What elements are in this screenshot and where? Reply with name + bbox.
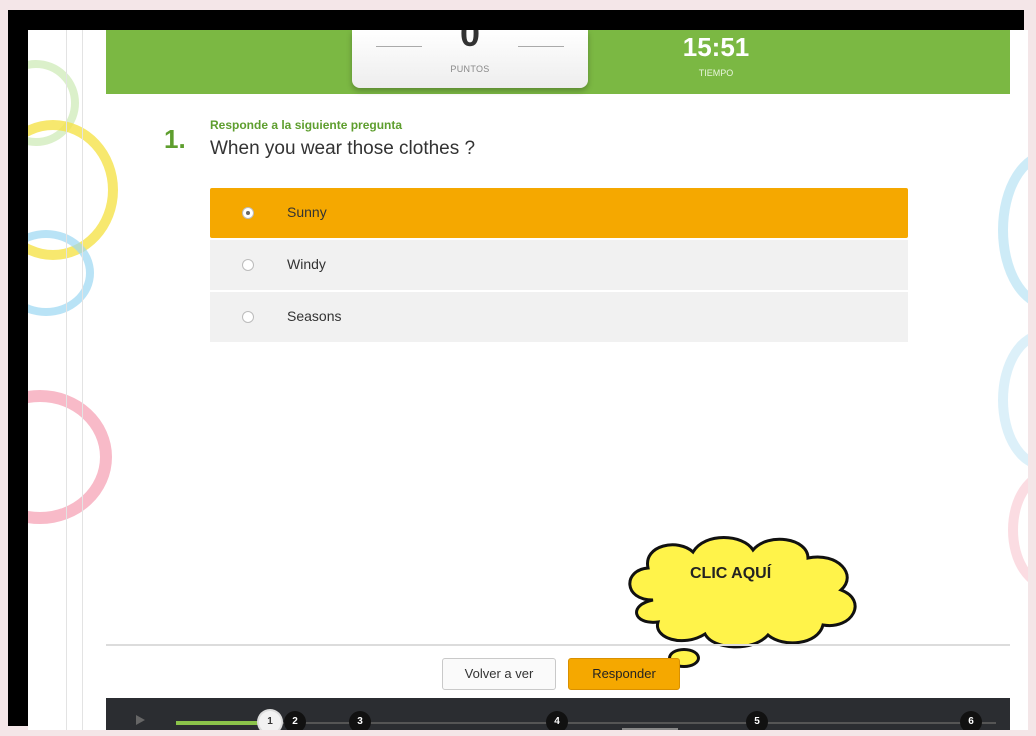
timer-value: 15:51: [682, 32, 750, 62]
progress-step-1[interactable]: 1: [259, 711, 281, 730]
quiz-header: 0 PUNTOS 15:51 TIEMPO: [106, 30, 1010, 94]
page-guide-line: [82, 30, 83, 730]
screenshot-frame: 0 PUNTOS 15:51 TIEMPO 1. Responde a la s…: [8, 10, 1028, 730]
answer-options: Sunny Windy Seasons: [210, 188, 908, 344]
page-guide-line: [66, 30, 67, 730]
answer-option-label: Seasons: [287, 308, 342, 324]
background-decoration: [28, 390, 112, 524]
radio-button[interactable]: [242, 207, 254, 219]
question-instruction: Responde a la siguiente pregunta: [210, 118, 403, 132]
progress-track-fill: [176, 721, 268, 725]
progress-step-5[interactable]: 5: [746, 711, 768, 730]
progress-step-3[interactable]: 3: [349, 711, 371, 730]
cloud-shape-icon: [628, 536, 857, 649]
scrollbar-thumb[interactable]: [622, 728, 678, 730]
answer-option-label: Windy: [287, 256, 326, 272]
callout-text: CLIC AQUÍ: [690, 565, 772, 582]
quiz-screen: 0 PUNTOS 15:51 TIEMPO 1. Responde a la s…: [28, 30, 1028, 730]
score-card: 0 PUNTOS: [352, 30, 588, 88]
background-decoration: [998, 330, 1028, 470]
answer-option-label: Sunny: [287, 204, 327, 220]
score-label: PUNTOS: [450, 64, 490, 74]
answer-option-windy[interactable]: Windy: [210, 240, 908, 290]
score-value: 0: [459, 30, 481, 54]
timer-label: TIEMPO: [698, 68, 734, 78]
review-button[interactable]: Volver a ver: [442, 658, 556, 690]
answer-option-seasons[interactable]: Seasons: [210, 292, 908, 342]
progress-step-2[interactable]: 2: [284, 711, 306, 730]
question-text: When you wear those clothes ?: [210, 138, 476, 159]
footer-divider: [106, 644, 1010, 646]
radio-button[interactable]: [242, 259, 254, 271]
background-decoration: [1008, 470, 1028, 590]
progress-step-6[interactable]: 6: [960, 711, 982, 730]
answer-option-sunny[interactable]: Sunny: [210, 188, 908, 238]
submit-answer-button[interactable]: Responder: [568, 658, 680, 690]
background-decoration: [998, 150, 1028, 310]
question-number: 1.: [164, 124, 186, 154]
progress-bar: 1 2 3 4 5 6: [106, 698, 1010, 730]
progress-step-4[interactable]: 4: [546, 711, 568, 730]
play-icon[interactable]: [136, 715, 145, 725]
radio-button[interactable]: [242, 311, 254, 323]
